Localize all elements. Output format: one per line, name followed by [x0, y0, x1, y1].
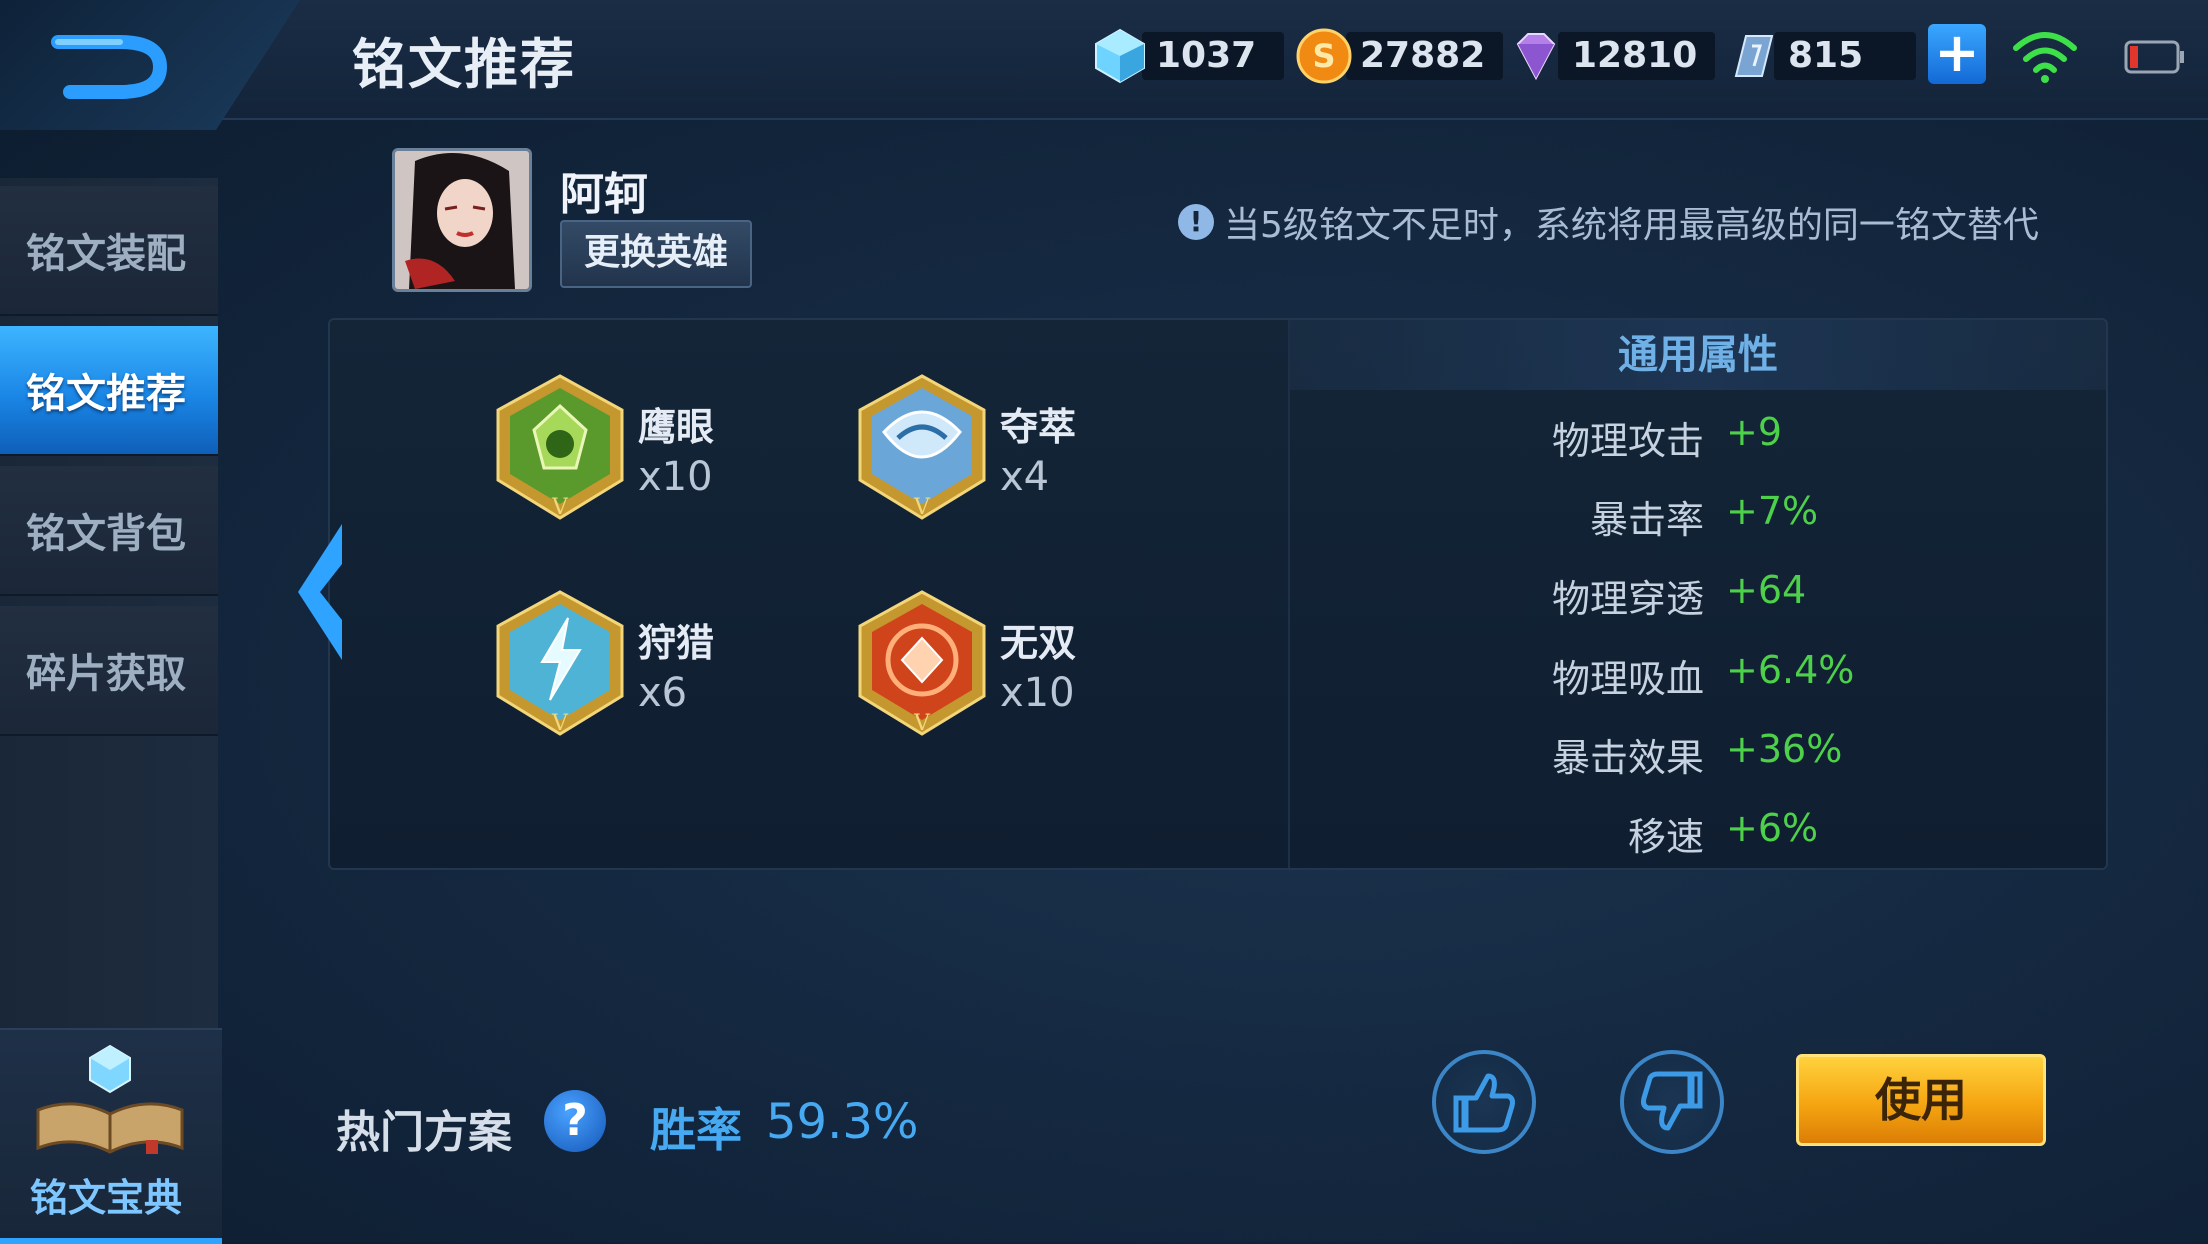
rune-item[interactable]: V 夺萃 x4 [854, 372, 1274, 532]
currency-amount: 12810 [1558, 32, 1716, 80]
wifi-icon [2013, 32, 2077, 83]
rune-name: 无双 [1000, 621, 1077, 665]
attribute-value: +9 [1726, 410, 1783, 454]
voucher-icon [1734, 35, 1774, 77]
hot-plan-label: 热门方案 [336, 1107, 512, 1158]
attribute-value: +36% [1726, 727, 1843, 771]
thumbs-up-icon [1453, 1073, 1515, 1133]
hero-portrait[interactable] [392, 148, 532, 292]
attribute-row: 暴击率 +7% [1290, 481, 2106, 542]
substitution-notice: ! 当5级铭文不足时，系统将用最高级的同一铭文替代 [1178, 196, 2039, 248]
currency-gold: S 27882 [1294, 28, 1504, 84]
sidebar-item-label: 铭文背包 [26, 511, 186, 557]
attribute-value: +6.4% [1726, 648, 1855, 692]
sidebar-item-rune-bag[interactable]: 铭文背包 [0, 466, 218, 596]
attribute-row: 暴击效果 +36% [1290, 719, 2106, 780]
thumbs-down-button[interactable] [1620, 1050, 1724, 1154]
attribute-row: 物理穿透 +64 [1290, 560, 2106, 621]
currency-amount: 27882 [1346, 32, 1504, 80]
svg-text:V: V [913, 711, 931, 736]
svg-text:S: S [1312, 37, 1335, 75]
diamond-crystal-icon [1095, 28, 1145, 84]
page-title: 铭文推荐 [352, 33, 576, 96]
attribute-label: 物理穿透 [1551, 577, 1704, 621]
winrate-label: 胜率 [650, 1103, 742, 1157]
plus-icon: + [1934, 21, 1980, 84]
sidebar-item-rune-equip[interactable]: 铭文装配 [0, 186, 218, 316]
attribute-value: +64 [1726, 568, 1807, 612]
winrate-value: 59.3% [766, 1094, 919, 1150]
sidebar-item-rune-recommend[interactable]: 铭文推荐 [0, 326, 218, 456]
sidebar-item-label: 铭文推荐 [26, 371, 186, 417]
attributes-header: 通用属性 [1290, 320, 2106, 390]
sidebar-item-label: 碎片获取 [26, 651, 186, 697]
rune-name: 夺萃 [1000, 405, 1077, 449]
attribute-value: +6% [1726, 806, 1819, 850]
attribute-label: 物理吸血 [1551, 657, 1704, 701]
attribute-label: 暴击率 [1589, 498, 1704, 542]
use-button[interactable]: 使用 [1796, 1054, 2046, 1146]
info-icon: ! [1178, 204, 1214, 240]
rune-count: x10 [638, 454, 713, 500]
rune-panel: V 鹰眼 x10 V 夺萃 x4 V 狩猎 x6 V 无双 x10 通用属性 物… [328, 318, 2108, 870]
svg-text:V: V [551, 495, 569, 520]
attribute-row: 物理攻击 +9 [1290, 402, 2106, 463]
hawk-eye-rune-icon: V [496, 374, 624, 520]
currency-diamond: 1037 [1090, 28, 1284, 84]
back-arrow-icon [51, 35, 168, 99]
previous-plan-arrow-icon[interactable] [292, 520, 352, 664]
rune-item[interactable]: V 鹰眼 x10 [492, 372, 912, 532]
thumbs-down-icon [1641, 1071, 1703, 1131]
rune-count: x6 [638, 670, 688, 716]
sidebar-item-label: 铭文装配 [26, 231, 186, 277]
attribute-value: +7% [1726, 489, 1819, 533]
plunder-rune-icon: V [858, 374, 986, 520]
hero-name: 阿轲 [560, 169, 648, 220]
change-hero-button[interactable]: 更换英雄 [560, 220, 752, 288]
attribute-label: 物理攻击 [1551, 419, 1704, 463]
gem-icon [1516, 33, 1556, 81]
attribute-row: 移速 +6% [1290, 798, 2106, 859]
currency-amount: 815 [1774, 32, 1916, 80]
rune-name: 鹰眼 [638, 405, 715, 449]
currency-amount: 1037 [1142, 32, 1284, 80]
book-icon [36, 1044, 184, 1154]
sidebar-item-fragments[interactable]: 碎片获取 [0, 606, 218, 736]
rune-item[interactable]: V 狩猎 x6 [492, 588, 912, 748]
rune-item[interactable]: V 无双 x10 [854, 588, 1274, 748]
battery-icon [2124, 40, 2184, 74]
codex-highlight [0, 1238, 222, 1244]
currency-gem: 12810 [1506, 28, 1716, 84]
svg-text:V: V [551, 711, 569, 736]
gold-coin-icon: S [1296, 28, 1352, 84]
rune-codex-button[interactable]: 铭文宝典 [0, 1028, 222, 1244]
add-currency-button[interactable]: + [1928, 24, 1986, 84]
rune-count: x10 [1000, 670, 1075, 716]
back-button[interactable] [40, 12, 200, 112]
hunt-rune-icon: V [496, 590, 624, 736]
rune-name: 狩猎 [638, 621, 715, 665]
peerless-rune-icon: V [858, 590, 986, 736]
attribute-label: 暴击效果 [1551, 736, 1704, 780]
attribute-label: 移速 [1627, 815, 1704, 859]
currency-voucher: 815 [1722, 28, 1916, 84]
help-button[interactable]: ? [544, 1090, 606, 1152]
notice-text: 当5级铭文不足时，系统将用最高级的同一铭文替代 [1224, 205, 2039, 246]
rune-count: x4 [1000, 454, 1050, 500]
thumbs-up-button[interactable] [1432, 1050, 1536, 1154]
codex-label: 铭文宝典 [29, 1176, 182, 1220]
attribute-row: 物理吸血 +6.4% [1290, 640, 2106, 701]
hero-avatar-icon [395, 151, 529, 289]
svg-text:V: V [913, 495, 931, 520]
